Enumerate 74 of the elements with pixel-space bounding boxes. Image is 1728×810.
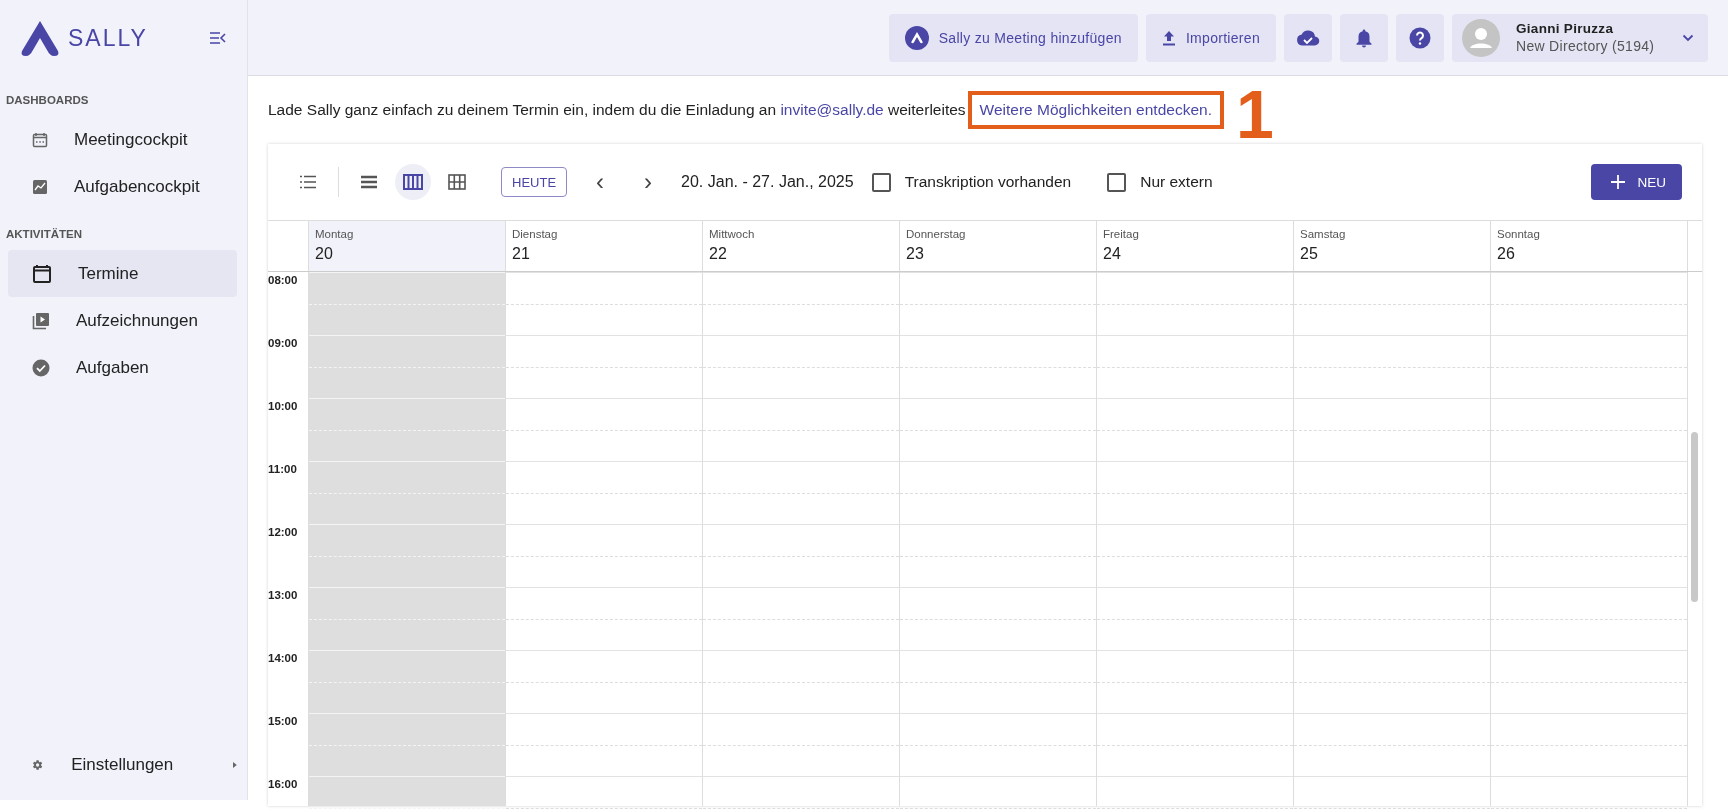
hour-label: 13:00: [268, 589, 299, 601]
day-date: 25: [1300, 245, 1319, 263]
day-date: 21: [512, 245, 531, 263]
calendar-icon: [32, 263, 52, 284]
caret-icon: [233, 759, 237, 770]
hour-label: 16:00: [268, 778, 299, 790]
settings-item[interactable]: Einstellungen: [8, 741, 237, 788]
day-date: 20: [315, 245, 334, 263]
checkbox[interactable]: [871, 172, 891, 192]
notifications-button[interactable]: [1340, 13, 1388, 62]
hour-label: 15:00: [268, 715, 299, 727]
info-text: Lade Sally ganz einfach zu deinem Termin ein, indem du die Einladung an invite@sally.de weiterleites: [268, 101, 966, 119]
day-date: 24: [1103, 245, 1122, 263]
next-button[interactable]: ›: [633, 167, 664, 197]
help-icon: [1409, 26, 1431, 49]
hour-label: 14:00: [268, 652, 299, 664]
hour-label: 08:00: [268, 274, 299, 286]
today-button[interactable]: HEUTE: [501, 167, 568, 197]
view-toggle[interactable]: [395, 164, 431, 200]
plus-icon: [1611, 175, 1626, 189]
add-sally-button[interactable]: Sally zu Meeting hinzufügen: [888, 13, 1138, 62]
bell-icon: [1356, 27, 1372, 48]
logo-icon: [904, 25, 929, 50]
day-date: 22: [709, 245, 728, 263]
day-name: Mittwoch: [709, 228, 756, 240]
email-link[interactable]: invite@sally.de: [780, 101, 884, 118]
sidebar-item[interactable]: Aufgaben: [8, 344, 237, 391]
filter-label: Nur extern: [1140, 173, 1213, 191]
hour-label: 12:00: [268, 526, 299, 538]
day-date: 23: [906, 245, 925, 263]
day-name: Montag: [315, 228, 355, 240]
hour-label: 10:00: [268, 400, 299, 412]
day-date: 26: [1497, 245, 1516, 263]
hour-label: 11:00: [268, 463, 298, 475]
day-name: Sonntag: [1497, 228, 1541, 240]
day-name: Freitag: [1103, 228, 1140, 240]
scrollbar-thumb[interactable]: [1691, 432, 1698, 602]
logo-text: SALLY: [68, 24, 148, 52]
upload-icon: [1161, 29, 1176, 46]
previous-button[interactable]: ‹: [585, 167, 616, 197]
date-range: 20. Jan. - 27. Jan., 2025: [681, 173, 854, 191]
checkbox[interactable]: [1107, 172, 1127, 192]
cloud-sync-button[interactable]: [1284, 13, 1332, 62]
calendar-icon: [32, 131, 48, 148]
filter-label: Transkription vorhanden: [904, 173, 1072, 191]
help-button[interactable]: [1396, 13, 1444, 62]
day-name: Samstag: [1300, 228, 1347, 240]
chevron-down-icon: [1682, 33, 1694, 42]
user-name: Gianni Piruzza: [1516, 21, 1614, 36]
list-icon: [299, 175, 317, 189]
cloud-check-icon: [1296, 28, 1320, 47]
check-circle-icon: [32, 358, 50, 377]
sidebar-item[interactable]: Aufgabencockpit: [8, 163, 237, 210]
avatar-icon: [1462, 18, 1500, 57]
more-options-link[interactable]: Weitere Möglichkeiten entdecken.: [979, 101, 1212, 118]
import-button[interactable]: Importieren: [1145, 13, 1276, 62]
chart-icon: [32, 178, 48, 195]
day-name: Dienstag: [512, 228, 559, 240]
rows-icon: [360, 175, 378, 189]
sidebar-item[interactable]: Termine: [8, 250, 237, 297]
sidebar-item[interactable]: Meetingcockpit: [8, 116, 237, 163]
section-heading: DASHBOARDS: [5, 93, 90, 108]
hour-label: 09:00: [268, 337, 299, 349]
user-directory: New Directory (5194): [1516, 38, 1655, 54]
grid-icon: [448, 174, 466, 190]
new-button[interactable]: NEU: [1591, 164, 1682, 200]
menu-collapse-icon[interactable]: [209, 31, 227, 45]
section-heading: AKTIVITÄTEN: [5, 227, 84, 242]
columns-icon: [403, 174, 423, 190]
callout-number: 1: [1235, 80, 1274, 148]
day-name: Donnerstag: [906, 228, 967, 240]
sidebar-item[interactable]: Aufzeichnungen: [8, 297, 237, 344]
user-menu-button[interactable]: Gianni Piruzza New Directory (5194): [1452, 13, 1708, 62]
video-library-icon: [32, 311, 50, 330]
